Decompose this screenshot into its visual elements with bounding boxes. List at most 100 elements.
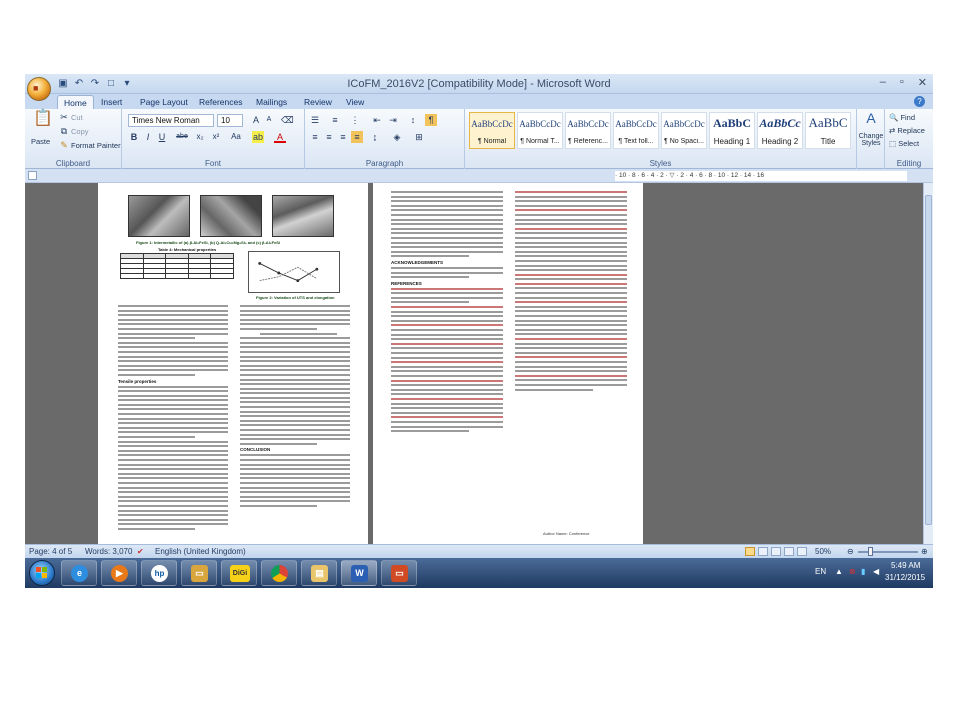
change-case-button[interactable]: Aa [228, 131, 244, 143]
align-left-icon[interactable]: ≡ [309, 131, 321, 143]
input-language[interactable]: EN [815, 567, 826, 576]
tab-insert[interactable]: Insert [95, 95, 128, 109]
taskbar-internet-explorer[interactable]: e [61, 560, 97, 586]
find-button[interactable]: 🔍 Find [889, 113, 915, 122]
strikethrough-button[interactable]: abe [174, 131, 190, 143]
taskbar-digi[interactable]: DiGi [221, 560, 257, 586]
increase-indent-icon[interactable]: ⇥ [387, 114, 399, 126]
style-text-following[interactable]: AaBbCcDc ¶ Text foll... [613, 112, 659, 149]
borders-icon[interactable]: ⊞ [413, 131, 425, 143]
tab-references[interactable]: References [193, 95, 248, 109]
paste-icon[interactable]: 📋 [33, 111, 53, 133]
format-painter-button[interactable]: Format Painter [71, 141, 121, 150]
start-button[interactable] [29, 560, 55, 586]
paste-button[interactable]: Paste [31, 137, 50, 146]
taskbar-folder[interactable]: ▭ [181, 560, 217, 586]
horizontal-ruler[interactable]: · 10 · 8 · 6 · 4 · 2 · ▽ · 2 · 4 · 6 · 8… [615, 171, 907, 181]
superscript-button[interactable]: x² [210, 131, 222, 143]
decrease-indent-icon[interactable]: ⇤ [371, 114, 383, 126]
page-count[interactable]: Page: 4 of 5 [29, 547, 72, 556]
proofing-icon[interactable]: ✔ [137, 547, 144, 556]
tab-view[interactable]: View [340, 95, 370, 109]
grow-font-icon[interactable]: A [250, 114, 262, 126]
shading-icon[interactable]: ◈ [391, 131, 403, 143]
maximize-button[interactable]: ▫ [900, 76, 904, 89]
select-button[interactable]: ⬚ Select [889, 139, 919, 148]
style-normal-t[interactable]: AaBbCcDc ¶ Normal T... [517, 112, 563, 149]
bold-button[interactable]: B [128, 131, 140, 143]
change-styles-icon[interactable]: A [863, 111, 879, 128]
page-right[interactable]: ACKNOWLEDGEMENTS REFERENCES Author Name:… [373, 183, 643, 544]
close-button[interactable]: ✕ [918, 76, 927, 89]
underline-button[interactable]: U [156, 131, 168, 143]
font-color-button[interactable]: A [274, 131, 286, 143]
tray-antivirus-icon[interactable]: ⊗ [849, 567, 856, 576]
taskbar-media-player[interactable]: ▶ [101, 560, 137, 586]
vertical-scrollbar[interactable] [923, 183, 933, 544]
text-line [240, 504, 317, 507]
web-layout-view-button[interactable] [771, 547, 781, 556]
office-button[interactable]: ■ [27, 77, 51, 101]
language-indicator[interactable]: English (United Kingdom) [155, 547, 246, 556]
tab-home[interactable]: Home [57, 95, 94, 109]
clock-date[interactable]: 31/12/2015 [885, 573, 925, 582]
tray-network-icon[interactable]: ▮ [861, 567, 865, 576]
scroll-thumb[interactable] [925, 195, 932, 525]
style-heading-2[interactable]: AaBbCc Heading 2 [757, 112, 803, 149]
show-marks-icon[interactable]: ¶ [425, 114, 437, 126]
taskbar-chrome[interactable] [261, 560, 297, 586]
justify-icon[interactable]: ≡ [351, 131, 363, 143]
zoom-slider-knob[interactable] [868, 547, 873, 556]
numbering-icon[interactable]: ≡ [329, 114, 341, 126]
style-title[interactable]: AaBbC Title [805, 112, 851, 149]
style-normal[interactable]: AaBbCcDc ¶ Normal [469, 112, 515, 149]
status-bar: Page: 4 of 5 Words: 3,070 ✔ English (Uni… [25, 544, 933, 558]
zoom-out-icon[interactable]: ⊖ [847, 547, 854, 556]
change-styles-button[interactable]: Change Styles [857, 133, 885, 147]
full-screen-view-button[interactable] [758, 547, 768, 556]
subscript-button[interactable]: x₂ [194, 131, 206, 143]
tray-volume-icon[interactable]: ◀ [873, 567, 879, 576]
figure-1-caption: Figure 1: Intermetallic of (a) β-Al₅FeSi… [136, 240, 281, 245]
taskbar-explorer[interactable]: ▤ [301, 560, 337, 586]
sort-icon[interactable]: ↕ [407, 114, 419, 126]
text-line [391, 370, 503, 373]
style-no-spacing[interactable]: AaBbCcDc ¶ No Spaci... [661, 112, 707, 149]
text-line [240, 369, 350, 372]
help-icon[interactable]: ? [914, 96, 925, 107]
line-spacing-icon[interactable]: ↨ [369, 131, 381, 143]
draft-view-button[interactable] [797, 547, 807, 556]
align-center-icon[interactable]: ≡ [323, 131, 335, 143]
tab-mailings[interactable]: Mailings [250, 95, 293, 109]
print-layout-view-button[interactable] [745, 547, 755, 556]
tab-review[interactable]: Review [298, 95, 338, 109]
italic-button[interactable]: I [142, 131, 154, 143]
align-right-icon[interactable]: ≡ [337, 131, 349, 143]
copy-button[interactable]: Copy [71, 127, 89, 136]
zoom-level[interactable]: 50% [815, 547, 831, 556]
taskbar-hp[interactable]: hp [141, 560, 177, 586]
tab-selector[interactable] [28, 171, 37, 180]
style-reference[interactable]: AaBbCcDc ¶ Referenc... [565, 112, 611, 149]
zoom-in-icon[interactable]: ⊕ [921, 547, 928, 556]
word-count[interactable]: Words: 3,070 [85, 547, 132, 556]
zoom-slider[interactable] [858, 551, 918, 553]
font-size-select[interactable]: 10 [217, 114, 243, 127]
taskbar-powerpoint[interactable]: ▭ [381, 560, 417, 586]
cut-button[interactable]: Cut [71, 113, 83, 122]
clock-time[interactable]: 5:49 AM [891, 561, 920, 570]
outline-view-button[interactable] [784, 547, 794, 556]
multilevel-list-icon[interactable]: ⋮ [349, 114, 361, 126]
style-heading-1[interactable]: AaBbC Heading 1 [709, 112, 755, 149]
page-left[interactable]: Figure 1: Intermetallic of (a) β-Al₅FeSi… [98, 183, 368, 544]
replace-button[interactable]: ⇄ Replace [889, 126, 925, 135]
bullets-icon[interactable]: ☰ [309, 114, 321, 126]
tab-page-layout[interactable]: Page Layout [134, 95, 194, 109]
minimize-button[interactable]: – [880, 76, 886, 89]
taskbar-word[interactable]: W [341, 560, 377, 586]
shrink-font-icon[interactable]: A [263, 114, 275, 126]
clear-format-icon[interactable]: ⌫ [281, 114, 294, 126]
font-family-select[interactable]: Times New Roman [128, 114, 214, 127]
tray-arrow-icon[interactable]: ▲ [835, 567, 843, 576]
highlight-icon[interactable]: ab [252, 131, 264, 143]
